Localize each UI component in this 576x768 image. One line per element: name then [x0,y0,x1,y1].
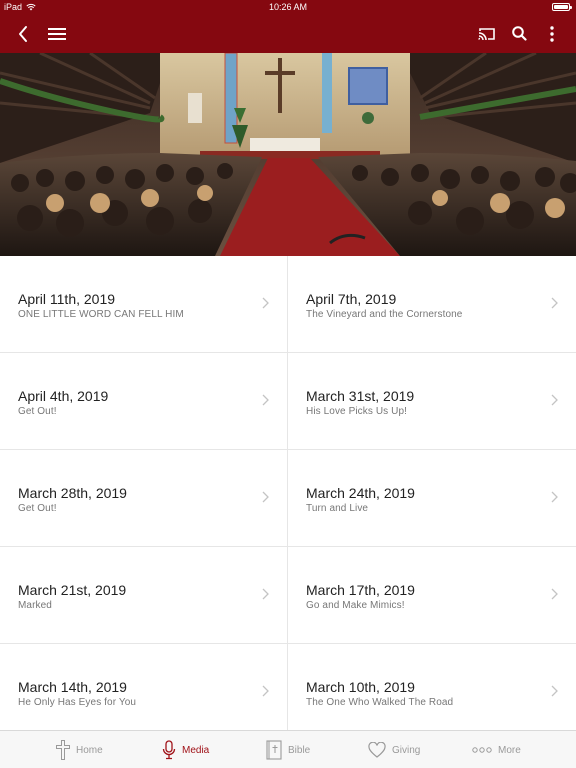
sermon-list: April 11th, 2019 ONE LITTLE WORD CAN FEL… [0,256,576,730]
back-button[interactable] [10,14,36,53]
menu-button[interactable] [44,14,70,53]
sermon-date: March 14th, 2019 [18,679,127,695]
tab-bar: Home Media Bible Giving More [0,730,576,768]
sermon-date: April 4th, 2019 [18,388,109,404]
sermon-title: Turn and Live [306,503,369,514]
tab-media-label: Media [182,744,210,756]
more-vertical-icon [550,25,554,42]
chevron-right-icon [262,394,269,406]
microphone-icon [162,740,176,760]
more-dots-icon [472,747,492,753]
search-button[interactable] [506,14,532,53]
sermon-title: Get Out! [18,503,57,514]
chevron-right-icon [551,297,558,309]
battery-icon [552,3,572,11]
tab-more-label: More [498,744,521,756]
cast-button[interactable] [474,14,500,53]
chevron-right-icon [551,588,558,600]
search-icon [511,26,527,41]
cross-icon [56,740,70,760]
sermon-date: March 17th, 2019 [306,582,415,598]
menu-icon [48,27,66,40]
sermon-title: The Vineyard and the Cornerstone [306,309,463,320]
tab-home-label: Home [76,744,103,756]
tab-more[interactable]: More [472,731,521,768]
sermon-item[interactable]: April 11th, 2019 ONE LITTLE WORD CAN FEL… [0,256,288,353]
sermon-title: Marked [18,600,52,611]
chevron-right-icon [551,685,558,697]
status-time: 10:26 AM [268,2,308,12]
sermon-date: March 28th, 2019 [18,485,127,501]
tab-home[interactable]: Home [56,731,103,768]
bible-icon [266,740,282,760]
sermon-date: March 10th, 2019 [306,679,415,695]
chevron-right-icon [262,297,269,309]
chevron-right-icon [262,491,269,503]
sermon-item[interactable]: March 24th, 2019 Turn and Live [288,450,576,547]
sermon-date: April 11th, 2019 [18,291,116,307]
status-bar: iPad 10:26 AM [0,0,576,14]
sermon-title: His Love Picks Us Up! [306,406,408,417]
sermon-date: April 7th, 2019 [306,291,397,307]
sermon-title: Go and Make Mimics! [306,600,405,611]
back-icon [19,25,27,42]
chevron-right-icon [551,394,558,406]
sermon-item[interactable]: March 31st, 2019 His Love Picks Us Up! [288,353,576,450]
sermon-title: The One Who Walked The Road [306,697,454,708]
sermon-date: March 31st, 2019 [306,388,415,404]
church-sanctuary-image [0,53,576,256]
sermon-item[interactable]: April 7th, 2019 The Vineyard and the Cor… [288,256,576,353]
sermon-item[interactable]: March 14th, 2019 He Only Has Eyes for Yo… [0,644,288,730]
tab-bible[interactable]: Bible [266,731,310,768]
more-options-button[interactable] [540,14,564,53]
tab-media[interactable]: Media [162,731,209,768]
nav-bar [0,14,576,53]
sermon-item[interactable]: March 28th, 2019 Get Out! [0,450,288,547]
sermon-title: Get Out! [18,406,57,417]
sermon-title: ONE LITTLE WORD CAN FELL HIM [18,309,184,320]
chevron-right-icon [551,491,558,503]
tab-giving-label: Giving [392,744,421,756]
cast-icon [478,27,495,40]
heart-icon [368,742,386,758]
sermon-title: He Only Has Eyes for You [18,697,137,708]
hero-image [0,53,576,256]
sermon-item[interactable]: March 17th, 2019 Go and Make Mimics! [288,547,576,644]
sermon-item[interactable]: March 21st, 2019 Marked [0,547,288,644]
sermon-item[interactable]: April 4th, 2019 Get Out! [0,353,288,450]
sermon-item[interactable]: March 10th, 2019 The One Who Walked The … [288,644,576,730]
chevron-right-icon [262,685,269,697]
sermon-date: March 24th, 2019 [306,485,415,501]
sermon-date: March 21st, 2019 [18,582,127,598]
tab-bible-label: Bible [288,744,311,756]
tab-giving[interactable]: Giving [368,731,420,768]
chevron-right-icon [262,588,269,600]
